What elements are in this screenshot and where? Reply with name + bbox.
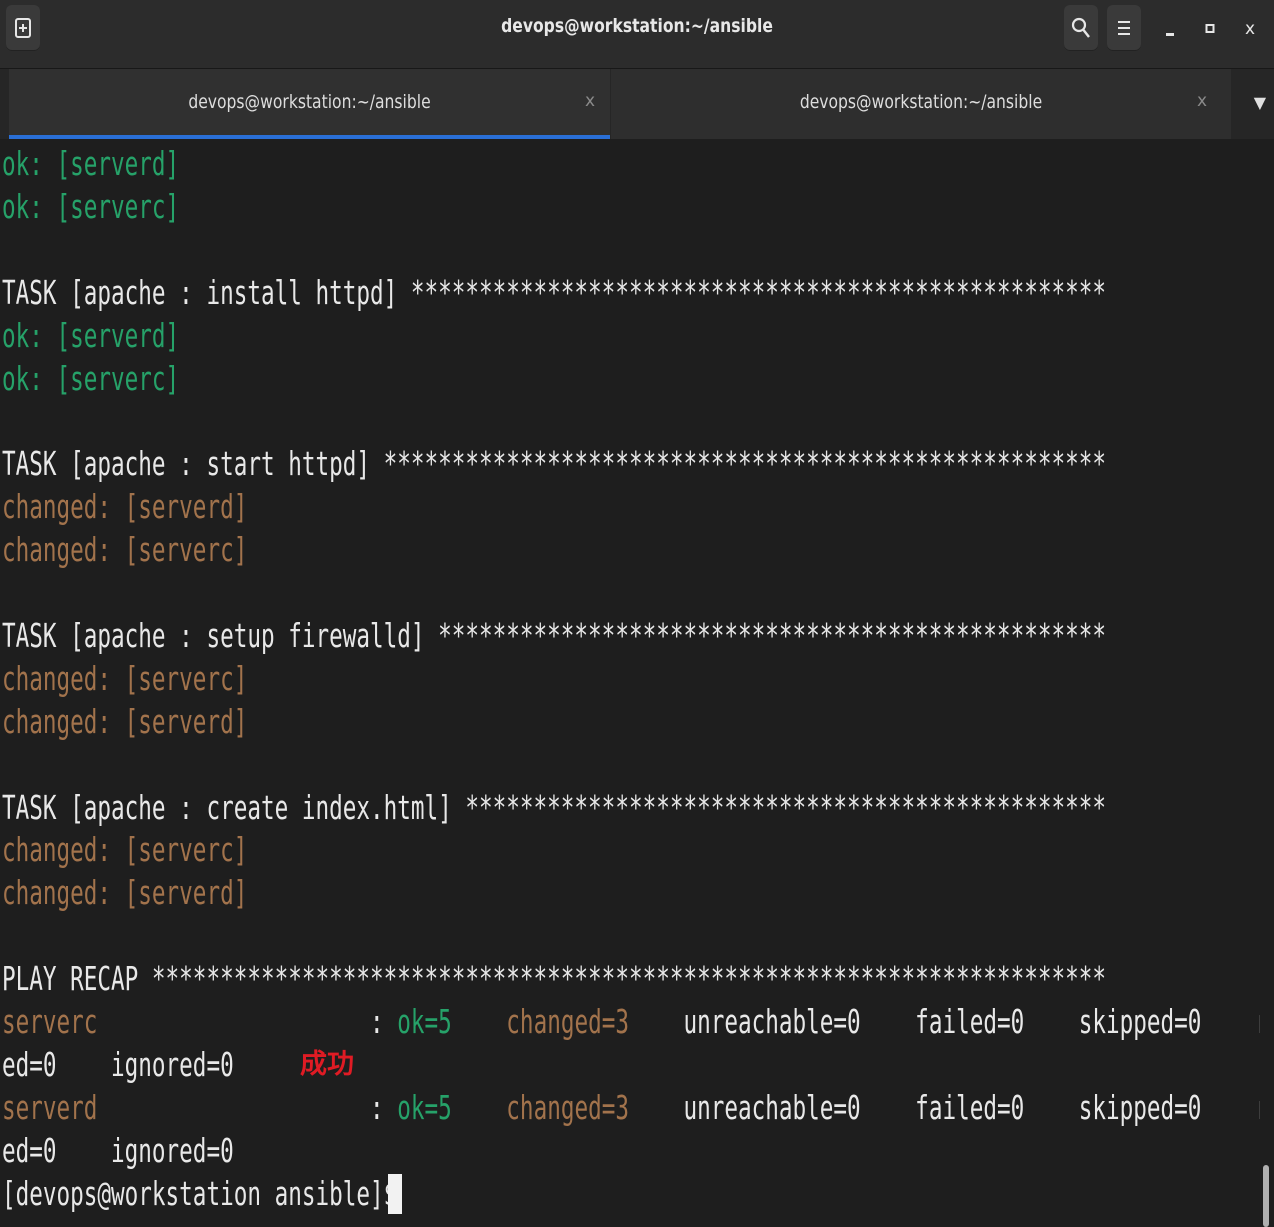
tab-2[interactable]: devops@workstation:~/ansible x [611, 69, 1231, 139]
terminal-line: ok: [serverc] [2, 357, 179, 400]
terminal-text-segment: ok: [serverd] [2, 144, 180, 183]
scrollbar[interactable] [1260, 140, 1274, 1227]
terminal-text-segment: : [97, 1087, 398, 1127]
terminal-text-segment: PLAY RECAP *****************************… [2, 959, 1106, 999]
maximize-button[interactable] [1197, 16, 1223, 42]
terminal-window: devops@workstation:~/ansible x devops@wo… [0, 0, 1274, 1227]
menu-button[interactable] [1107, 5, 1141, 51]
terminal-text-segment: ed=0 ignored=0 [2, 1130, 234, 1170]
terminal-line: changed: [serverd] [2, 700, 247, 743]
maximize-icon [1205, 24, 1215, 33]
terminal-text-segment: changed: [serverd] [2, 487, 248, 527]
terminal-text-segment: changed: [serverd] [2, 873, 248, 913]
terminal-line: ed=0 ignored=0 [2, 1043, 234, 1086]
terminal-text-segment: ok: [serverc] [2, 186, 180, 226]
terminal-line: changed: [serverc] [2, 828, 247, 871]
terminal-text-segment: ok=5 [397, 1087, 452, 1127]
tab-label: devops@workstation:~/ansible [799, 91, 1043, 113]
terminal-output[interactable]: ok: [serverd] ok: [serverc] TASK [apache :… [0, 140, 1260, 1227]
tab-label: devops@workstation:~/ansible [188, 91, 431, 113]
tab-close-icon[interactable]: x [1197, 91, 1207, 111]
terminal-text-segment: TASK [apache : start httpd] ************… [2, 444, 1106, 484]
search-icon [1071, 17, 1090, 38]
minimize-button[interactable] [1157, 16, 1183, 42]
terminal-line: changed: [serverc] [2, 528, 247, 571]
text-cursor [388, 1173, 402, 1214]
terminal-text-segment: changed=3 [506, 1087, 629, 1127]
terminal-text-segment: changed: [serverc] [2, 530, 248, 570]
tab-1[interactable]: devops@workstation:~/ansible x [9, 69, 610, 139]
terminal-line: changed: [serverc] [2, 657, 247, 700]
active-tab-indicator [9, 135, 610, 139]
terminal-line: ed=0 ignored=0 [2, 1129, 234, 1172]
terminal-text-segment: unreachable=0 failed=0 skipped=0 rescu [628, 1087, 1260, 1127]
terminal-line: ok: [serverc] [2, 185, 179, 228]
close-icon: x [1244, 19, 1256, 39]
terminal-text-segment: unreachable=0 failed=0 skipped=0 rescu [628, 1002, 1260, 1041]
hamburger-menu-icon [1118, 21, 1130, 35]
terminal-line: ok: [serverd] [2, 314, 179, 357]
terminal-text-segment: ed=0 ignored=0 [2, 1044, 234, 1084]
terminal-text-segment: serverd [2, 1087, 98, 1127]
terminal-text-segment: TASK [apache : create index.html] ******… [2, 787, 1106, 827]
terminal-text-segment: changed: [serverd] [2, 701, 248, 741]
terminal-line: changed: [serverd] [2, 485, 247, 528]
search-button[interactable] [1064, 5, 1098, 51]
terminal-text-segment: changed=3 [506, 1002, 629, 1041]
terminal-line: TASK [apache : install httpd] **********… [2, 271, 1106, 314]
terminal-line: TASK [apache : setup firewalld] ********… [2, 614, 1106, 657]
terminal-text-segment: serverc [2, 1002, 98, 1041]
terminal-line: TASK [apache : create index.html] ******… [2, 786, 1106, 829]
terminal-text-segment: TASK [apache : install httpd] **********… [2, 272, 1106, 312]
tab-list-dropdown-icon[interactable]: ▼ [1254, 93, 1266, 112]
tab-bar: devops@workstation:~/ansible x devops@wo… [0, 69, 1274, 139]
terminal-line: serverc : ok=5 changed=3 unreachable=0 f… [2, 1000, 1260, 1043]
terminal-line: changed: [serverd] [2, 871, 247, 914]
terminal-text-segment: [devops@workstation ansible]$ [2, 1173, 411, 1213]
terminal-text-segment: TASK [apache : setup firewalld] ********… [2, 615, 1106, 655]
new-tab-button[interactable] [6, 5, 40, 51]
terminal-line: ok: [serverd] [2, 142, 179, 185]
terminal-text-segment: changed: [serverc] [2, 658, 248, 698]
terminal-text-segment: ok=5 [397, 1002, 452, 1041]
terminal-line: serverd : ok=5 changed=3 unreachable=0 f… [2, 1086, 1260, 1129]
terminal-text-segment: : [97, 1002, 398, 1041]
terminal-line: TASK [apache : start httpd] ************… [2, 442, 1106, 485]
terminal-line: [devops@workstation ansible]$ [2, 1172, 411, 1215]
terminal-line: PLAY RECAP *****************************… [2, 957, 1106, 1000]
window-title: devops@workstation:~/ansible [501, 15, 773, 37]
new-tab-icon [15, 18, 31, 38]
close-window-button[interactable]: x [1237, 16, 1263, 42]
terminal-text-segment: ok: [serverd] [2, 315, 180, 355]
minimize-icon [1166, 33, 1174, 36]
success-annotation: 成功 [300, 1048, 354, 1080]
terminal-text-segment: changed: [serverc] [2, 830, 248, 870]
tab-close-icon[interactable]: x [585, 91, 595, 111]
terminal-text-segment: ok: [serverc] [2, 358, 180, 398]
scrollbar-thumb[interactable] [1263, 1165, 1269, 1227]
title-bar: devops@workstation:~/ansible x [0, 0, 1274, 69]
